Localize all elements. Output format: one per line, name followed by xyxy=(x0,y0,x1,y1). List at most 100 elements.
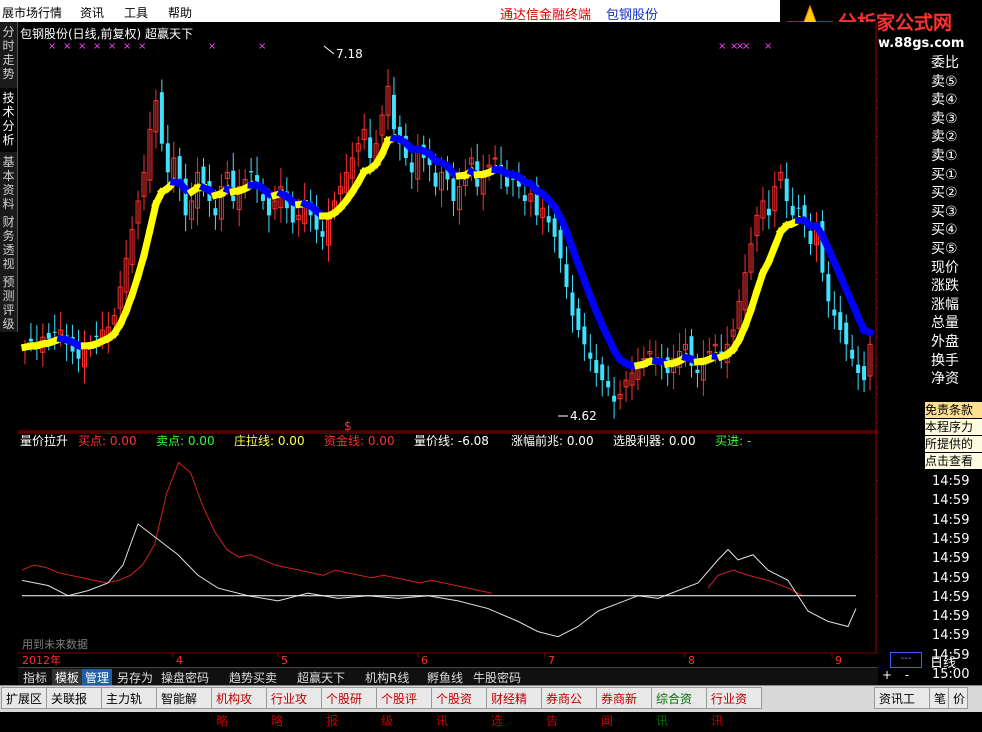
bottom-tab[interactable]: 资讯工场 xyxy=(874,687,930,709)
bottom-tab[interactable]: 券商新闻 xyxy=(596,687,652,709)
bottom-tab[interactable]: 个股研报 xyxy=(321,687,377,709)
tab-forecast[interactable]: 预测评级 xyxy=(0,272,18,332)
indicator-chart[interactable]: 45.0030.0015.000.00 量价拉升买点: 0.00卖点: 0.00… xyxy=(18,432,878,652)
menu-help[interactable]: 帮助 xyxy=(168,4,192,21)
candle-body xyxy=(410,162,414,172)
candle-body xyxy=(267,196,271,215)
signal-mark: × xyxy=(123,41,131,52)
candle-body xyxy=(576,308,580,330)
candle-body xyxy=(594,360,598,373)
candle-body xyxy=(856,365,860,373)
signal-mark: × xyxy=(258,41,266,52)
month-label: 9 xyxy=(835,654,842,667)
quote-label: 委比 xyxy=(931,54,959,72)
quote-label: 净资 xyxy=(931,370,959,388)
toolbar-9[interactable]: 牛股密码 xyxy=(470,669,524,686)
candle-body xyxy=(588,353,592,359)
bottom-tab[interactable]: 主力轨迹 xyxy=(101,687,157,709)
indicator-toolbar: 指标模板管理另存为操盘密码趋势买卖超赢天下机构R线孵鱼线牛股密码 xyxy=(18,667,878,686)
tick-time: 14:59 xyxy=(932,609,969,624)
disclaimer-text[interactable]: 点击查看 xyxy=(925,453,982,469)
bottom-tab[interactable]: 行业攻略 xyxy=(266,687,322,709)
disclaimer-link[interactable]: 免责条款 xyxy=(925,402,982,418)
toolbar-8[interactable]: 孵鱼线 xyxy=(424,669,466,686)
bottom-tab[interactable]: 关联报价 xyxy=(46,687,102,709)
toolbar-0[interactable]: 指标 xyxy=(20,669,50,686)
candle-body xyxy=(547,216,551,222)
scroll-dots[interactable]: --- xyxy=(890,652,922,668)
candle-body xyxy=(785,179,789,201)
candle-body xyxy=(767,209,771,216)
toolbar-6[interactable]: 超赢天下 xyxy=(294,669,348,686)
candle-body xyxy=(160,92,164,143)
candle-body xyxy=(213,208,217,215)
indicator-field: 涨幅前兆: 0.00 xyxy=(511,433,594,448)
quote-label: 买⑤ xyxy=(931,240,958,258)
toolbar-4[interactable]: 操盘密码 xyxy=(158,669,212,686)
indicator-field: 选股利器: 0.00 xyxy=(613,434,696,448)
candle-body xyxy=(249,171,253,172)
candle-body xyxy=(392,95,396,130)
tab-technical[interactable]: 技术分析 xyxy=(0,88,18,152)
candle-body xyxy=(570,292,574,315)
bottom-tab[interactable]: 个股评级 xyxy=(376,687,432,709)
bottom-tab[interactable]: 行业资讯 xyxy=(706,687,762,709)
toolbar-1[interactable]: 模板 xyxy=(52,669,82,686)
bottom-tab[interactable]: 扩展区 xyxy=(1,687,47,709)
zoom-in-button[interactable]: + xyxy=(878,668,896,684)
candle-body xyxy=(368,137,372,158)
candle-body xyxy=(29,339,33,342)
candle-body xyxy=(523,195,527,201)
quote-label: 卖① xyxy=(931,147,958,165)
signal-mark: × xyxy=(78,41,86,52)
quote-label: 卖② xyxy=(931,128,958,146)
candle-body xyxy=(826,274,830,301)
zoom-out-button[interactable]: - xyxy=(898,668,916,684)
menu-news[interactable]: 资讯 xyxy=(80,4,104,21)
toolbar-2[interactable]: 管理 xyxy=(82,669,112,686)
indicator-field: 庄拉线: 0.00 xyxy=(234,433,305,448)
bottom-tab[interactable]: 券商公告 xyxy=(541,687,597,709)
indicator-name: 量价拉升 xyxy=(20,433,68,448)
stock-title: 包钢股份 xyxy=(606,4,658,23)
bottom-tab[interactable]: 笔 xyxy=(929,687,949,709)
toolbar-7[interactable]: 机构R线 xyxy=(362,669,412,686)
period-label[interactable]: 日线 xyxy=(930,652,956,671)
month-label: 8 xyxy=(688,654,695,667)
menu-market[interactable]: 展市场行情 xyxy=(2,4,62,21)
quote-label: 卖⑤ xyxy=(931,73,958,91)
quote-label: 买① xyxy=(931,166,958,184)
menu-tools[interactable]: 工具 xyxy=(124,4,148,21)
candlestick-chart[interactable]: 7.006.806.606.406.206.005.805.605.405.20… xyxy=(18,22,878,432)
bottom-tab[interactable]: 综合资讯 xyxy=(651,687,707,709)
candle-body xyxy=(47,333,51,339)
future-data-note: 用到未来数据 xyxy=(22,637,88,651)
bottom-tab[interactable]: 财经精选 xyxy=(486,687,542,709)
candle-body xyxy=(582,326,586,344)
candle-body xyxy=(261,194,265,201)
year-label: 2012年 xyxy=(22,653,61,667)
quote-label: 卖③ xyxy=(931,110,958,128)
bottom-tab-bar: 扩展区关联报价主力轨迹智能解盘机构攻略行业攻略个股研报个股评级个股资讯财经精选券… xyxy=(0,685,982,712)
candle-body xyxy=(321,231,325,237)
candle-body xyxy=(832,310,836,316)
quote-label: 总量 xyxy=(931,314,959,332)
tab-fundamentals[interactable]: 基本资料 xyxy=(0,152,18,212)
bottom-tab[interactable]: 机构攻略 xyxy=(211,687,267,709)
candle-body xyxy=(166,143,170,172)
candle-body xyxy=(791,206,795,215)
bottom-tab[interactable]: 价 xyxy=(948,687,968,709)
toolbar-5[interactable]: 趋势买卖 xyxy=(226,669,280,686)
candle-body xyxy=(94,336,98,337)
quote-label: 买④ xyxy=(931,221,958,239)
time-axis: 2012年 456789 xyxy=(18,652,878,667)
disclaimer-text: 本程序力 xyxy=(925,419,982,435)
bottom-tab[interactable]: 个股资讯 xyxy=(431,687,487,709)
candle-body xyxy=(850,350,854,359)
toolbar-3[interactable]: 另存为 xyxy=(114,669,156,686)
tab-financials[interactable]: 财务透视 xyxy=(0,212,18,272)
indicator-field: 卖点: 0.00 xyxy=(156,434,215,448)
candle-body xyxy=(612,396,616,402)
bottom-tab[interactable]: 智能解盘 xyxy=(156,687,212,709)
tab-intraday[interactable]: 分时走势 xyxy=(0,22,18,88)
